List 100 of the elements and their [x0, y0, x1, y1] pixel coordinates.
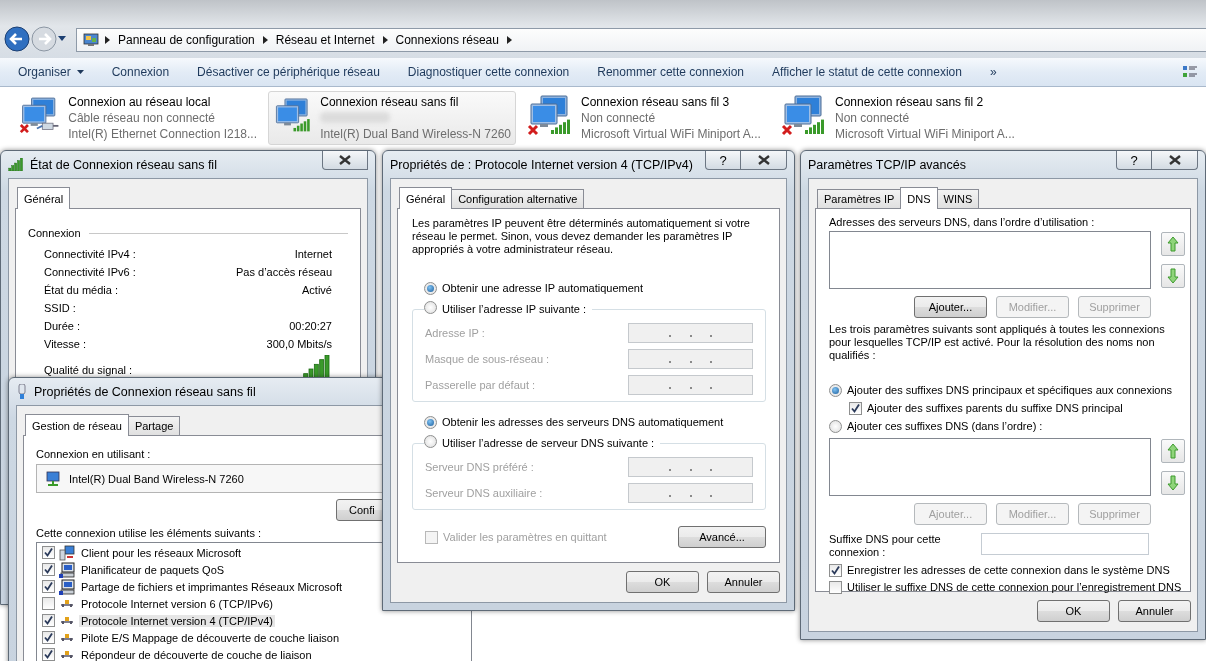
- close-button[interactable]: [1152, 151, 1198, 170]
- radio-button[interactable]: [829, 384, 842, 397]
- field-value: Pas d’accès réseau: [236, 265, 332, 280]
- group-label: Connexion: [28, 227, 81, 239]
- list-item[interactable]: Planificateur de paquets QoS: [79, 563, 227, 576]
- list-box[interactable]: [829, 438, 1151, 496]
- dialog-button[interactable]: Avancé...: [678, 526, 766, 548]
- dialog-button[interactable]: Annuler: [707, 571, 780, 593]
- checkbox-label[interactable]: Utiliser le suffixe DNS de cette connexion pour l’enregistrement DNS: [847, 579, 1182, 596]
- chevron-icon[interactable]: [105, 36, 110, 44]
- breadcrumb-item[interactable]: Réseau et Internet: [273, 33, 377, 47]
- checkbox[interactable]: [829, 581, 842, 594]
- help-button[interactable]: ?: [1116, 151, 1152, 170]
- checkbox[interactable]: [42, 648, 55, 661]
- toolbar-button[interactable]: Diagnostiquer cette connexion: [397, 62, 580, 82]
- back-icon[interactable]: [4, 26, 30, 52]
- list-item[interactable]: Pilote E/S Mappage de découverte de couche liaison: [79, 631, 342, 644]
- move-down-button[interactable]: [1161, 471, 1185, 495]
- radio-button[interactable]: [424, 435, 437, 448]
- chevron-icon[interactable]: [262, 36, 268, 44]
- field-label: Qualité du signal :: [44, 363, 133, 378]
- help-button[interactable]: ?: [705, 151, 741, 170]
- connection-item[interactable]: Connexion réseau sans fil 2 Non connecté Microsoft Virtual WiFi Miniport A...: [776, 91, 1024, 145]
- tab[interactable]: Paramètres IP: [817, 189, 902, 208]
- list-item[interactable]: Protocole Internet version 6 (TCP/IPv6): [79, 597, 275, 610]
- toolbar-button[interactable]: Renommer cette connexion: [587, 62, 754, 82]
- dialog-button[interactable]: OK: [1037, 600, 1110, 622]
- list-item[interactable]: Client pour les réseaux Microsoft: [79, 546, 244, 559]
- radio-label[interactable]: Ajouter ces suffixes DNS (dans l’ordre) :: [847, 418, 1043, 435]
- checkbox[interactable]: [42, 546, 55, 559]
- ip-address-field[interactable]: [628, 374, 753, 395]
- field-label: Connectivité IPv4 :: [44, 247, 136, 262]
- tab[interactable]: Configuration alternative: [451, 189, 585, 208]
- checkbox[interactable]: [42, 614, 55, 627]
- checkbox[interactable]: [42, 597, 55, 610]
- more-button[interactable]: »: [979, 62, 1007, 82]
- checkbox-label[interactable]: Enregistrer les adresses de cette connexion dans le système DNS: [847, 562, 1170, 579]
- dialog-button[interactable]: Annuler: [1118, 600, 1191, 622]
- ip-address-field[interactable]: [628, 322, 753, 343]
- network-protocol-icon: [61, 600, 73, 607]
- radio-label[interactable]: Obtenir une adresse IP automatiquement: [442, 280, 643, 297]
- move-down-button[interactable]: [1161, 264, 1185, 288]
- close-button[interactable]: [741, 151, 787, 170]
- ip-address-field[interactable]: [628, 456, 753, 477]
- description-text: Les paramètres IP peuvent être déterminés automatiquement si votre réseau le permet. Sinon, vous devez demander les paramètres IP appropriés à votre administrateur réseau.: [412, 217, 751, 256]
- ip-address-field[interactable]: [628, 348, 753, 369]
- dialog-button[interactable]: OK: [626, 571, 699, 593]
- radio-button[interactable]: [424, 301, 437, 314]
- field-value: 00:20:27: [289, 319, 332, 334]
- list-box[interactable]: [829, 231, 1151, 289]
- connection-item[interactable]: Connexion au réseau local Câble réseau non connecté Intel(R) Ethernet Connection I218...: [14, 91, 262, 145]
- tab[interactable]: Partage: [127, 416, 181, 435]
- adapter-name: Microsoft Virtual WiFi Miniport A...: [835, 126, 1015, 142]
- adapter-name: Intel(R) Dual Band Wireless-N 7260: [320, 126, 511, 142]
- tab[interactable]: Gestion de réseau: [25, 414, 129, 436]
- radio-label[interactable]: Utiliser l’adresse IP suivante :: [442, 301, 587, 318]
- list-item[interactable]: Partage de fichiers et imprimantes Réseaux Microsoft: [79, 580, 345, 593]
- breadcrumb-item[interactable]: Panneau de configuration: [116, 33, 257, 47]
- adapter-name: Intel(R) Ethernet Connection I218...: [68, 126, 257, 142]
- move-up-button[interactable]: [1161, 232, 1185, 256]
- radio-label[interactable]: Obtenir les adresses des serveurs DNS automatiquement: [442, 414, 724, 431]
- dialog-button[interactable]: Ajouter...: [914, 296, 987, 318]
- list-item[interactable]: Répondeur de découverte de couche de liaison: [79, 648, 314, 661]
- tab[interactable]: DNS: [900, 187, 938, 209]
- checkbox[interactable]: [849, 402, 862, 415]
- radio-button[interactable]: [424, 282, 437, 295]
- text-field[interactable]: [981, 533, 1149, 555]
- close-button[interactable]: [322, 151, 368, 170]
- view-options-icon[interactable]: [1182, 64, 1198, 80]
- control-panel-icon: [83, 32, 99, 48]
- connection-item[interactable]: Connexion réseau sans fil Intel(R) Dual Band Wireless-N 7260: [268, 91, 516, 145]
- connection-item[interactable]: Connexion réseau sans fil 3 Non connecté Microsoft Virtual WiFi Miniport A...: [522, 91, 770, 145]
- checkbox[interactable]: [42, 631, 55, 644]
- toolbar-button[interactable]: Connexion: [101, 62, 180, 82]
- toolbar-button[interactable]: Organiser: [8, 62, 94, 82]
- checkbox[interactable]: [42, 563, 55, 576]
- address-bar[interactable]: Panneau de configuration Réseau et Internet Connexions réseau: [76, 28, 1206, 52]
- network-protocol-icon: [61, 634, 73, 641]
- field-label: Passerelle par défaut :: [425, 378, 536, 391]
- checkbox[interactable]: [42, 580, 55, 593]
- caret-icon[interactable]: [58, 36, 66, 42]
- tab[interactable]: Général: [17, 187, 71, 209]
- breadcrumb-item[interactable]: Connexions réseau: [393, 33, 501, 47]
- move-up-button[interactable]: [1161, 439, 1185, 463]
- chevron-icon[interactable]: [382, 36, 388, 44]
- field-label: Masque de sous-réseau :: [425, 352, 550, 365]
- radio-label[interactable]: Utiliser l’adresse de serveur DNS suivante :: [442, 435, 655, 452]
- radio-button[interactable]: [424, 416, 437, 429]
- connection-name: Connexion réseau sans fil 2: [835, 94, 985, 110]
- checkbox[interactable]: [829, 564, 842, 577]
- radio-button[interactable]: [829, 420, 842, 433]
- toolbar-button[interactable]: Désactiver ce périphérique réseau: [187, 62, 390, 82]
- toolbar-button[interactable]: Afficher le statut de cette connexion: [762, 62, 972, 82]
- tab[interactable]: Général: [399, 187, 453, 209]
- tab[interactable]: WINS: [936, 189, 980, 208]
- radio-label[interactable]: Ajouter des suffixes DNS principaux et spécifiques aux connexions: [847, 382, 1173, 399]
- chevron-icon[interactable]: [506, 36, 512, 44]
- list-item[interactable]: Protocole Internet version 4 (TCP/IPv4): [79, 614, 275, 627]
- checkbox-label[interactable]: Ajouter des suffixes parents du suffixe DNS principal: [867, 400, 1123, 417]
- ip-address-field[interactable]: [628, 482, 753, 503]
